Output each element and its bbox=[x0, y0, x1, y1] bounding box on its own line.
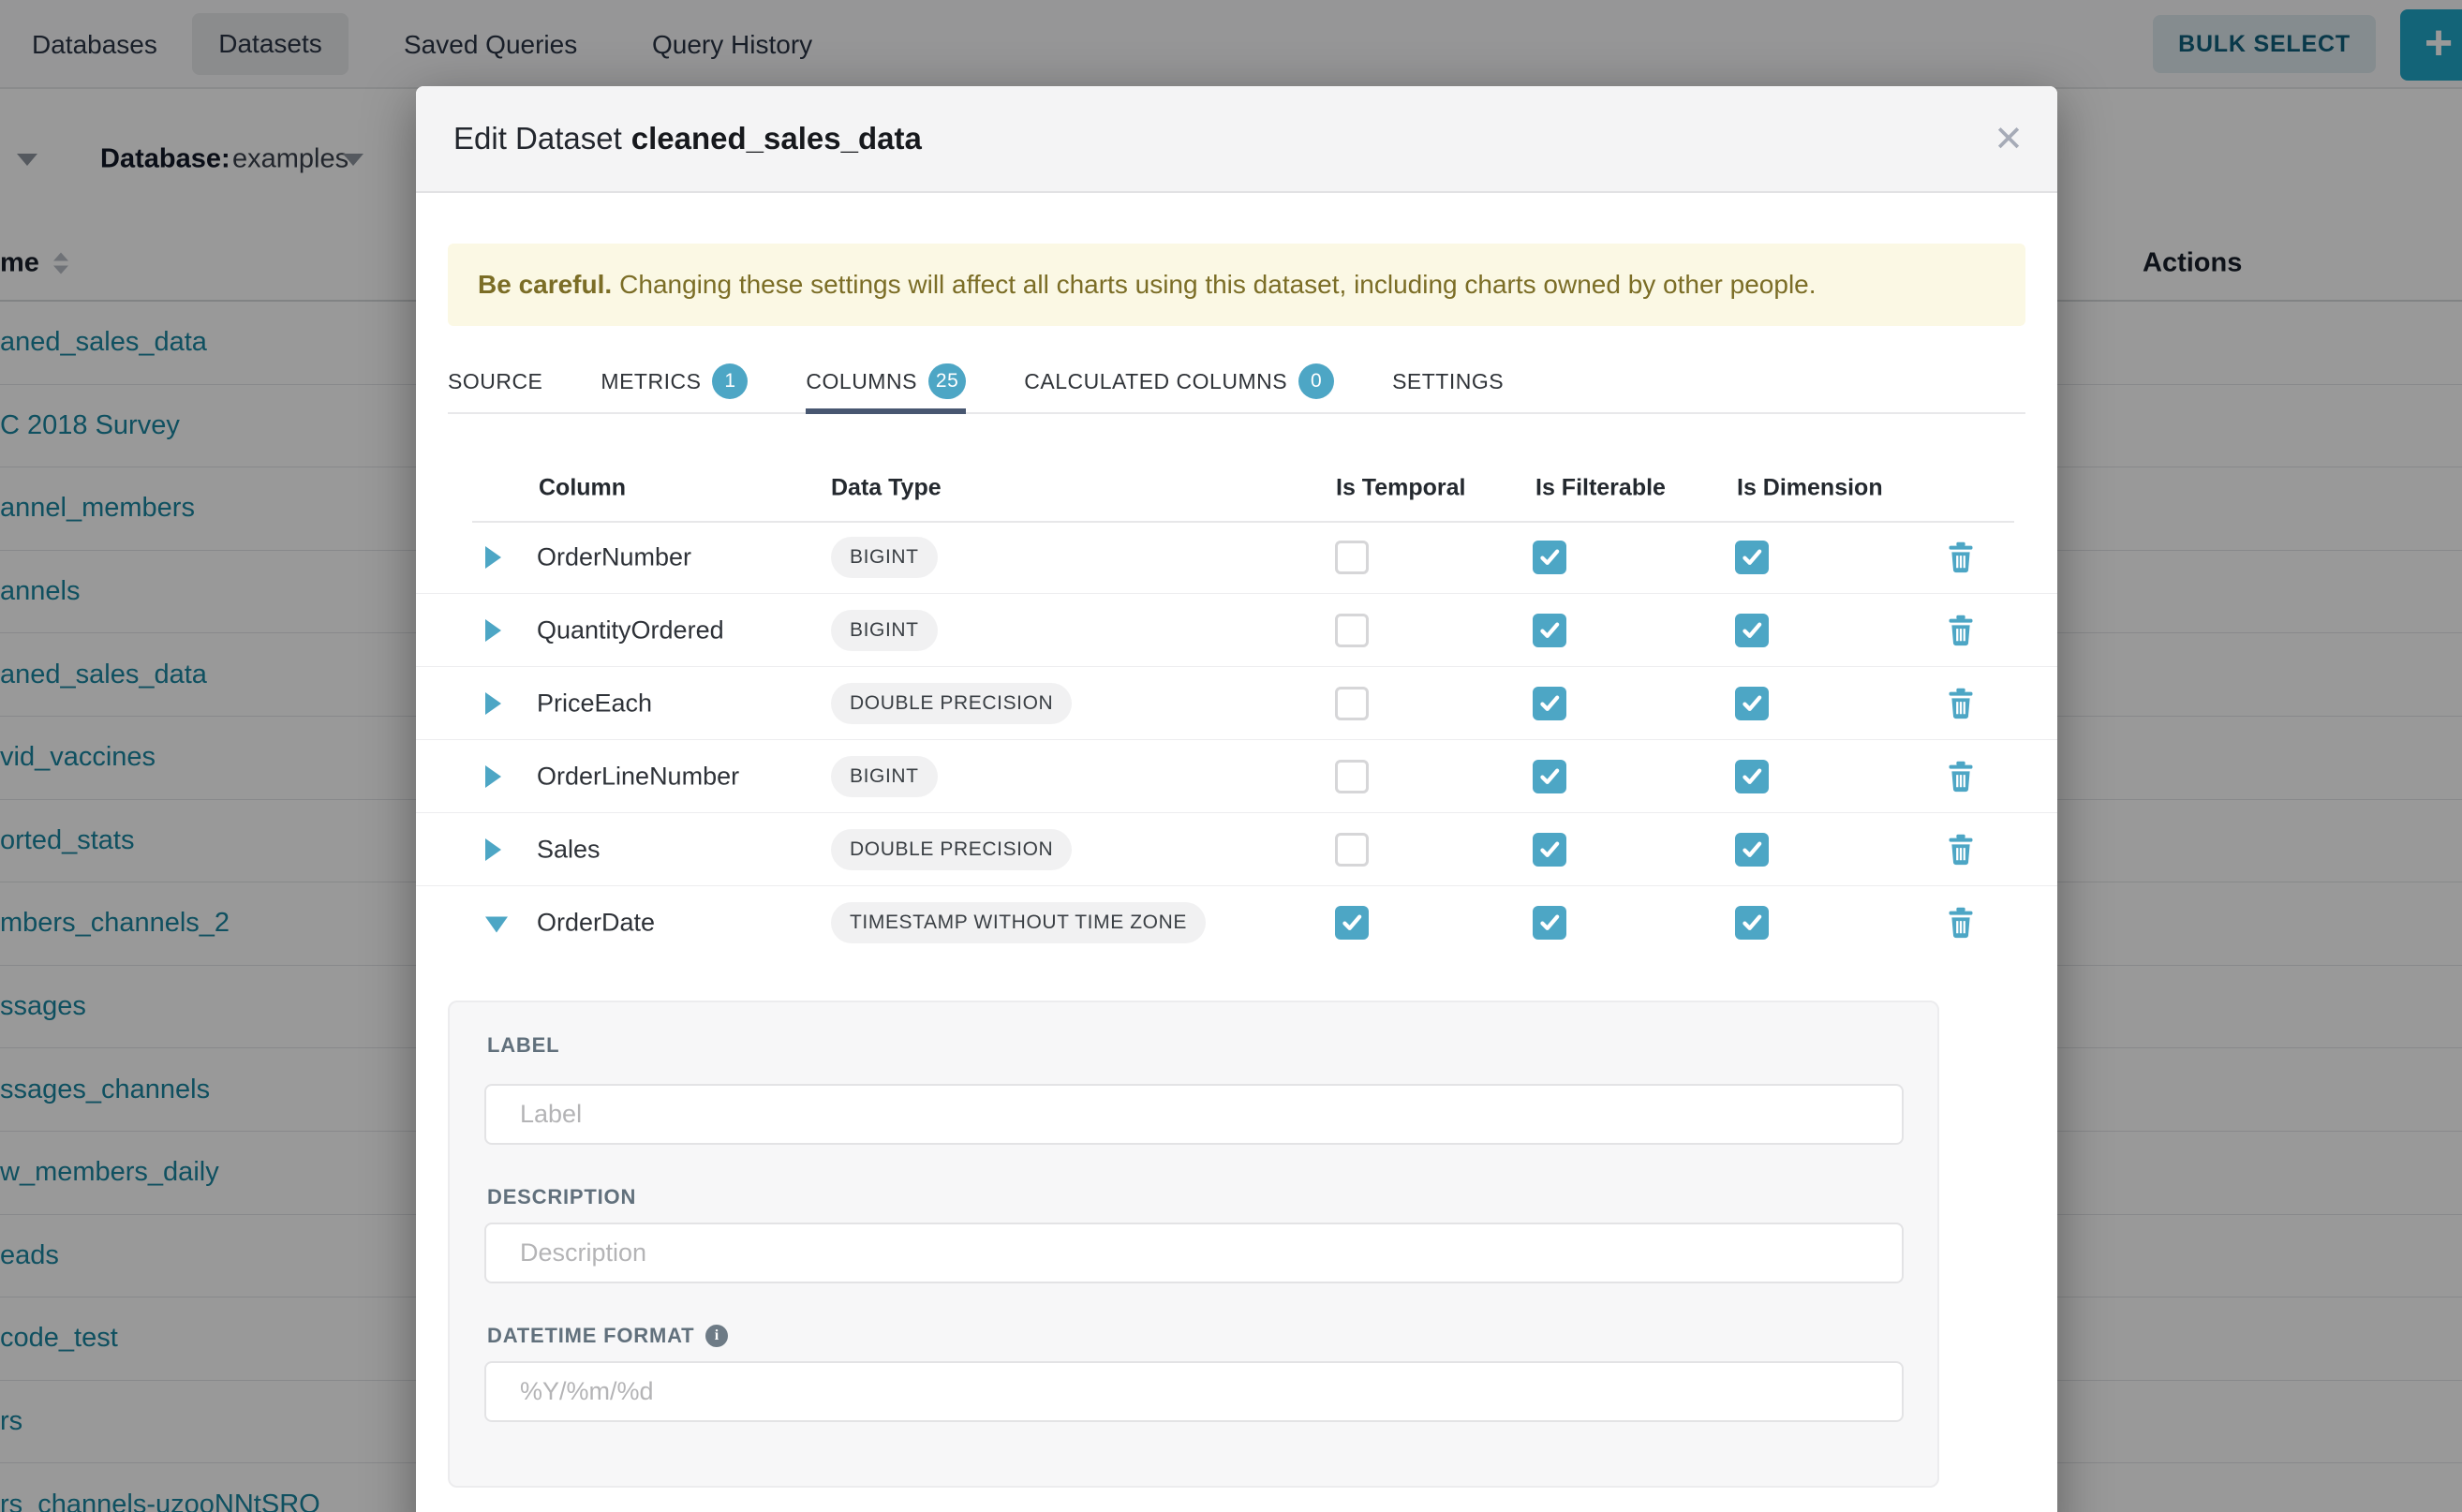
datetime-format-input[interactable] bbox=[484, 1361, 1904, 1422]
tab-count-badge: 25 bbox=[928, 363, 966, 399]
tab-settings[interactable]: SETTINGS bbox=[1392, 350, 1504, 412]
is-dimension-checkbox[interactable] bbox=[1735, 760, 1769, 793]
is-dimension-checkbox[interactable] bbox=[1735, 906, 1769, 940]
chevron-down-icon[interactable] bbox=[485, 917, 508, 933]
trash-icon[interactable] bbox=[1947, 541, 1975, 573]
is-dimension-checkbox[interactable] bbox=[1735, 614, 1769, 647]
column-name: OrderNumber bbox=[537, 542, 691, 571]
trash-icon[interactable] bbox=[1947, 834, 1975, 866]
is-temporal-checkbox[interactable] bbox=[1335, 614, 1369, 647]
col-header-column: Column bbox=[539, 475, 626, 502]
warning-banner: Be careful. Changing these settings will… bbox=[448, 244, 2025, 326]
description-input[interactable] bbox=[484, 1223, 1904, 1283]
tab-label: COLUMNS bbox=[806, 369, 917, 394]
col-header-is-dimension: Is Dimension bbox=[1737, 475, 1883, 502]
column-name: OrderDate bbox=[537, 909, 655, 938]
column-name: Sales bbox=[537, 835, 601, 864]
column-row-orderdate: OrderDate TIMESTAMP WITHOUT TIME ZONE bbox=[416, 886, 2057, 959]
data-type-pill: BIGINT bbox=[831, 756, 938, 797]
column-name: PriceEach bbox=[537, 689, 652, 718]
column-row-priceeach: PriceEach DOUBLE PRECISION bbox=[416, 667, 2057, 740]
trash-icon[interactable] bbox=[1947, 615, 1975, 646]
modal-tabs: SOURCE METRICS 1 COLUMNS 25 CALCULATED COLUMN… bbox=[448, 350, 2025, 414]
column-detail-panel: LABEL DESCRIPTION DATETIME FORMAT i bbox=[448, 1001, 1939, 1488]
data-type-pill: BIGINT bbox=[831, 610, 938, 651]
chevron-right-icon[interactable] bbox=[485, 619, 501, 642]
column-row-orderlinenumber: OrderLineNumber BIGINT bbox=[416, 740, 2057, 813]
tab-calculated-columns[interactable]: CALCULATED COLUMNS 0 bbox=[1024, 350, 1334, 412]
is-filterable-checkbox[interactable] bbox=[1533, 687, 1566, 720]
tab-source[interactable]: SOURCE bbox=[448, 350, 542, 412]
description-field-heading: DESCRIPTION bbox=[487, 1185, 636, 1209]
tab-label: SETTINGS bbox=[1392, 369, 1504, 394]
is-temporal-checkbox[interactable] bbox=[1335, 687, 1369, 720]
data-type-pill: TIMESTAMP WITHOUT TIME ZONE bbox=[831, 902, 1206, 943]
datetime-format-heading-text: DATETIME FORMAT bbox=[487, 1324, 694, 1348]
tab-metrics[interactable]: METRICS 1 bbox=[601, 350, 748, 412]
is-dimension-checkbox[interactable] bbox=[1735, 687, 1769, 720]
is-dimension-checkbox[interactable] bbox=[1735, 541, 1769, 574]
column-row-ordernumber: OrderNumber BIGINT bbox=[416, 521, 2057, 594]
tab-columns[interactable]: COLUMNS 25 bbox=[806, 350, 966, 412]
tab-count-badge: 0 bbox=[1298, 363, 1334, 399]
label-field-heading: LABEL bbox=[487, 1033, 559, 1058]
is-temporal-checkbox[interactable] bbox=[1335, 833, 1369, 867]
label-input[interactable] bbox=[484, 1084, 1904, 1145]
is-filterable-checkbox[interactable] bbox=[1533, 541, 1566, 574]
modal-title: Edit Dataset cleaned_sales_data bbox=[453, 121, 922, 156]
column-name: OrderLineNumber bbox=[537, 762, 739, 791]
is-dimension-checkbox[interactable] bbox=[1735, 833, 1769, 867]
col-header-data-type: Data Type bbox=[831, 475, 942, 502]
modal-title-prefix: Edit Dataset bbox=[453, 121, 622, 156]
data-type-pill: DOUBLE PRECISION bbox=[831, 683, 1072, 724]
data-type-pill: DOUBLE PRECISION bbox=[831, 829, 1072, 870]
is-filterable-checkbox[interactable] bbox=[1533, 760, 1566, 793]
trash-icon[interactable] bbox=[1947, 761, 1975, 793]
warning-text: Changing these settings will affect all … bbox=[619, 270, 1816, 300]
is-temporal-checkbox[interactable] bbox=[1335, 541, 1369, 574]
tab-label: SOURCE bbox=[448, 369, 542, 394]
col-header-is-temporal: Is Temporal bbox=[1336, 475, 1465, 502]
chevron-right-icon[interactable] bbox=[485, 838, 501, 861]
is-filterable-checkbox[interactable] bbox=[1533, 833, 1566, 867]
is-filterable-checkbox[interactable] bbox=[1533, 906, 1566, 940]
close-icon[interactable]: ✕ bbox=[1994, 122, 2024, 157]
modal-header: Edit Dataset cleaned_sales_data ✕ bbox=[416, 86, 2057, 193]
chevron-right-icon[interactable] bbox=[485, 765, 501, 788]
is-filterable-checkbox[interactable] bbox=[1533, 614, 1566, 647]
col-header-is-filterable: Is Filterable bbox=[1535, 475, 1666, 502]
is-temporal-checkbox[interactable] bbox=[1335, 760, 1369, 793]
tab-label: CALCULATED COLUMNS bbox=[1024, 369, 1287, 394]
data-type-pill: BIGINT bbox=[831, 537, 938, 578]
chevron-right-icon[interactable] bbox=[485, 546, 501, 569]
column-row-sales: Sales DOUBLE PRECISION bbox=[416, 813, 2057, 886]
trash-icon[interactable] bbox=[1947, 688, 1975, 719]
is-temporal-checkbox[interactable] bbox=[1335, 906, 1369, 940]
trash-icon[interactable] bbox=[1947, 907, 1975, 939]
warning-bold: Be careful. bbox=[478, 270, 612, 300]
column-name: QuantityOrdered bbox=[537, 615, 724, 645]
info-icon[interactable]: i bbox=[705, 1325, 728, 1347]
screen: Databases Datasets Saved Queries Query H… bbox=[0, 0, 2462, 1512]
tab-count-badge: 1 bbox=[712, 363, 748, 399]
column-row-quantityordered: QuantityOrdered BIGINT bbox=[416, 594, 2057, 667]
modal-title-dataset-name: cleaned_sales_data bbox=[631, 121, 922, 156]
edit-dataset-modal: Edit Dataset cleaned_sales_data ✕ Be care… bbox=[416, 86, 2057, 1512]
tab-label: METRICS bbox=[601, 369, 701, 394]
datetime-format-field-heading: DATETIME FORMAT i bbox=[487, 1324, 728, 1348]
chevron-right-icon[interactable] bbox=[485, 692, 501, 715]
